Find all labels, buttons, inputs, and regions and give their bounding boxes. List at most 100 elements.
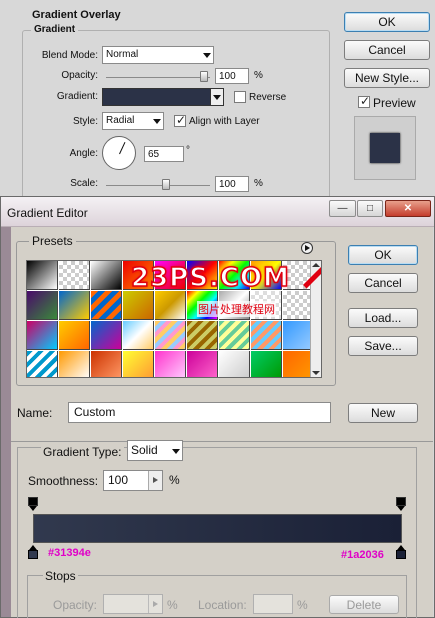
blend-mode-label: Blend Mode: [41,50,98,61]
opacity-stop-right[interactable] [396,497,406,511]
pencil-icon [303,266,321,289]
preset-swatch[interactable] [251,321,282,350]
preset-swatch[interactable] [59,261,90,290]
load-button[interactable]: Load... [348,308,418,328]
stops-opacity-input[interactable] [103,594,163,614]
preset-swatch[interactable] [59,351,90,377]
stop-pointer-icon [397,506,405,511]
opacity-stop-swatch [28,497,38,506]
preset-swatch[interactable] [27,261,58,290]
preview-box [354,116,416,180]
blend-mode-select[interactable]: Normal [102,46,214,64]
gradient-label: Gradient: [56,91,98,102]
presets-label: Presets [29,234,76,248]
preset-swatch[interactable] [27,321,58,350]
angle-input[interactable]: 65 [144,146,184,162]
preview-checkbox[interactable] [358,94,370,108]
minimize-button[interactable]: — [329,200,356,217]
divider [11,441,433,442]
opacity-input[interactable]: 100 [215,68,249,84]
stops-location-input[interactable] [253,594,293,614]
presets-menu-button[interactable] [301,242,313,254]
layer-style-dialog: Gradient Overlay Gradient Blend Mode: No… [0,0,435,210]
preset-swatch[interactable] [187,321,218,350]
left-stop-hex: #31394e [48,547,91,559]
preset-swatch[interactable] [123,351,154,377]
stop-pointer-icon [29,506,37,511]
align-with-layer-checkbox[interactable] [174,113,186,127]
name-input[interactable]: Custom [68,402,331,423]
preset-swatch[interactable] [219,321,250,350]
cancel-button[interactable]: Cancel [344,40,430,60]
name-label: Name: [17,406,53,420]
title-bar: Gradient Editor — □ ✕ [1,197,434,227]
preset-swatch[interactable] [59,291,90,320]
minimize-icon: — [337,203,348,214]
gradient-preview-bar[interactable] [33,514,402,543]
ok-button[interactable]: OK [344,12,430,32]
window-border [1,227,11,617]
stops-opacity-label: Opacity: [53,598,98,612]
play-icon [305,245,310,251]
color-stop-swatch [396,550,406,559]
presets-grid[interactable]: 23PS.COM 图片处理教程网 [26,260,322,378]
preset-swatch[interactable] [59,321,90,350]
preset-swatch[interactable] [187,351,218,377]
opacity-stop-swatch [396,497,406,506]
preset-swatch[interactable] [91,351,122,377]
delete-button[interactable]: Delete [329,595,399,614]
editor-ok-button[interactable]: OK [348,245,418,265]
opacity-slider[interactable] [106,77,210,78]
color-stop-left[interactable] [28,545,38,560]
preset-swatch[interactable] [27,351,58,377]
window-title: Gradient Editor [7,206,88,220]
angle-dial[interactable] [102,136,136,170]
chevron-down-icon [203,53,211,58]
preset-swatch[interactable] [27,291,58,320]
chevron-down-icon [172,449,180,454]
new-style-button[interactable]: New Style... [344,68,430,88]
maximize-icon: □ [366,203,374,214]
watermark-text: 23PS.COM [130,262,290,294]
editor-cancel-button[interactable]: Cancel [348,273,418,293]
watermark: 23PS.COM 图片处理教程网 [127,261,321,323]
save-button[interactable]: Save... [348,336,418,356]
smoothness-stepper[interactable] [148,471,162,490]
opacity-slider-thumb[interactable] [200,71,208,82]
preset-swatch[interactable] [219,351,250,377]
align-with-layer-label: Align with Layer [189,116,260,127]
scale-input[interactable]: 100 [215,176,249,192]
scale-slider[interactable] [106,185,210,186]
maximize-button[interactable]: □ [357,200,383,217]
reverse-checkbox[interactable] [234,91,246,103]
preset-swatch[interactable] [251,351,282,377]
scale-label: Scale: [70,178,98,189]
right-stop-hex: #1a2036 [341,549,384,561]
scale-unit: % [254,178,263,189]
color-stop-right[interactable] [396,545,406,560]
stops-opacity-unit: % [167,598,178,612]
preset-swatch[interactable] [155,321,186,350]
new-button[interactable]: New [348,403,418,423]
smoothness-unit: % [169,473,180,487]
blend-mode-value: Normal [106,49,139,60]
gradient-picker[interactable] [102,88,224,106]
preset-swatch[interactable] [123,321,154,350]
chevron-down-icon [213,95,221,100]
stops-opacity-stepper[interactable] [148,595,162,613]
preset-swatch[interactable] [91,321,122,350]
opacity-stop-left[interactable] [28,497,38,511]
scale-slider-thumb[interactable] [162,179,170,190]
gradient-dropdown-button[interactable] [210,89,223,105]
color-stop-swatch [28,550,38,559]
chevron-right-icon [153,477,158,483]
preset-swatch[interactable] [155,351,186,377]
smoothness-input[interactable]: 100 [103,470,163,491]
angle-label: Angle: [69,148,98,159]
gradient-type-select[interactable]: Solid [127,440,183,461]
preset-swatch[interactable] [91,261,122,290]
close-button[interactable]: ✕ [385,200,431,217]
gradient-type-label: Gradient Type: [41,445,124,459]
preset-swatch[interactable] [91,291,122,320]
style-select[interactable]: Radial [102,112,164,130]
